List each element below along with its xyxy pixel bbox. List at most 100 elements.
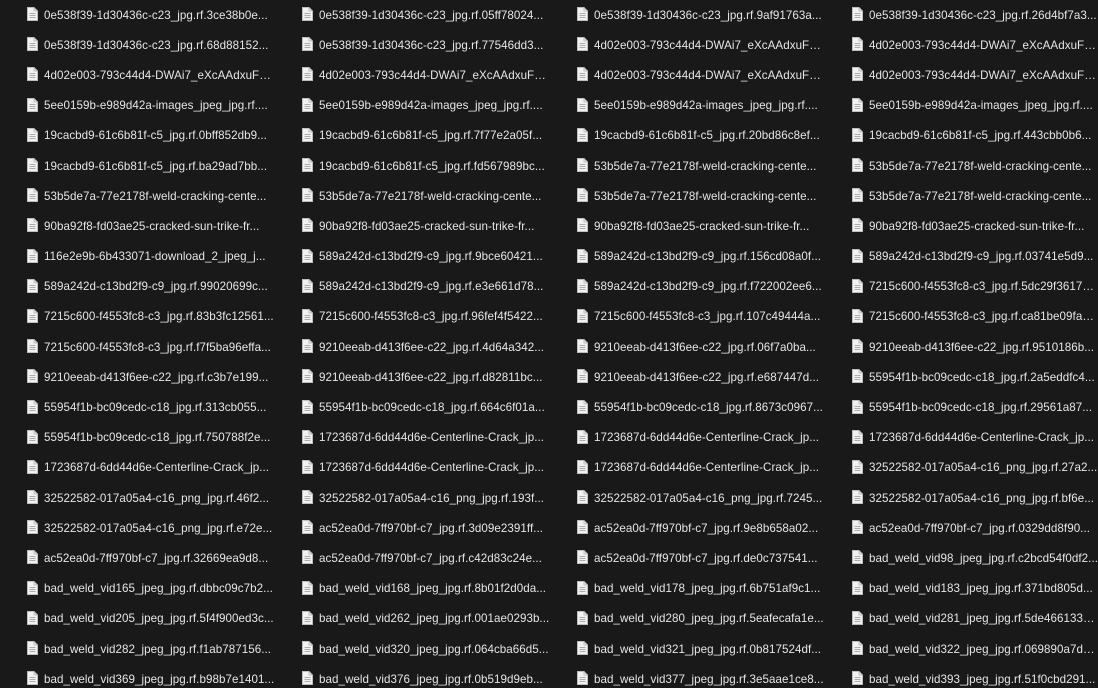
file-item[interactable]: 4d02e003-793c44d4-DWAi7_eXcAAdxuF_j... bbox=[275, 60, 550, 90]
file-item[interactable]: bad_weld_vid320_jpeg_jpg.rf.064cba66d5..… bbox=[275, 634, 550, 664]
file-item[interactable]: 7215c600-f4553fc8-c3_jpg.rf.83b3fc12561.… bbox=[0, 302, 275, 332]
file-item[interactable]: 116e2e9b-6b433071-download_2_jpeg_j... bbox=[0, 242, 275, 272]
file-item[interactable]: 32522582-017a05a4-c16_png_jpg.rf.7245... bbox=[550, 483, 825, 513]
file-item[interactable]: bad_weld_vid205_jpeg_jpg.rf.5f4f900ed3c.… bbox=[0, 604, 275, 634]
file-item[interactable]: 32522582-017a05a4-c16_png_jpg.rf.e72e... bbox=[0, 513, 275, 543]
file-item[interactable]: bad_weld_vid376_jpeg_jpg.rf.0b519d9eb... bbox=[275, 664, 550, 688]
file-item[interactable]: 5ee0159b-e989d42a-images_jpeg_jpg.rf.... bbox=[550, 91, 825, 121]
file-item[interactable]: 589a242d-c13bd2f9-c9_jpg.rf.f722002ee6..… bbox=[550, 272, 825, 302]
file-item[interactable]: ac52ea0d-7ff970bf-c7_jpg.rf.32669ea9d8..… bbox=[0, 543, 275, 573]
file-item[interactable]: 55954f1b-bc09cedc-c18_jpg.rf.2a5eddfc4..… bbox=[825, 362, 1098, 392]
file-item[interactable]: 1723687d-6dd44d6e-Centerline-Crack_jp... bbox=[0, 453, 275, 483]
file-item[interactable]: 1723687d-6dd44d6e-Centerline-Crack_jp... bbox=[550, 453, 825, 483]
file-item[interactable]: 90ba92f8-fd03ae25-cracked-sun-trike-fr..… bbox=[550, 211, 825, 241]
file-item[interactable]: 9210eeab-d413f6ee-c22_jpg.rf.4d64a342... bbox=[275, 332, 550, 362]
file-item[interactable]: bad_weld_vid393_jpeg_jpg.rf.51f0cbd291..… bbox=[825, 664, 1098, 688]
file-item[interactable]: 1723687d-6dd44d6e-Centerline-Crack_jp... bbox=[275, 423, 550, 453]
file-item[interactable]: 589a242d-c13bd2f9-c9_jpg.rf.99020699c... bbox=[0, 272, 275, 302]
file-item[interactable]: 7215c600-f4553fc8-c3_jpg.rf.5dc29f36172.… bbox=[825, 272, 1098, 302]
file-item[interactable]: ac52ea0d-7ff970bf-c7_jpg.rf.0329dd8f90..… bbox=[825, 513, 1098, 543]
file-item[interactable]: 32522582-017a05a4-c16_png_jpg.rf.46f2... bbox=[0, 483, 275, 513]
file-name: 19cacbd9-61c6b81f-c5_jpg.rf.20bd86c8ef..… bbox=[594, 129, 820, 143]
file-item[interactable]: 5ee0159b-e989d42a-images_jpeg_jpg.rf.... bbox=[825, 91, 1098, 121]
document-file-icon bbox=[852, 399, 863, 414]
file-item[interactable]: 19cacbd9-61c6b81f-c5_jpg.rf.fd567989bc..… bbox=[275, 151, 550, 181]
file-item[interactable]: 4d02e003-793c44d4-DWAi7_eXcAAdxuF_j... bbox=[550, 30, 825, 60]
file-item[interactable]: 9210eeab-d413f6ee-c22_jpg.rf.d82811bc... bbox=[275, 362, 550, 392]
file-item[interactable]: bad_weld_vid321_jpeg_jpg.rf.0b817524df..… bbox=[550, 634, 825, 664]
file-item[interactable]: 4d02e003-793c44d4-DWAi7_eXcAAdxuF_j... bbox=[550, 60, 825, 90]
file-item[interactable]: 19cacbd9-61c6b81f-c5_jpg.rf.443cbb0b6... bbox=[825, 121, 1098, 151]
file-item[interactable]: bad_weld_vid282_jpeg_jpg.rf.f1ab787156..… bbox=[0, 634, 275, 664]
file-item[interactable]: bad_weld_vid377_jpeg_jpg.rf.3e5aae1ce8..… bbox=[550, 664, 825, 688]
file-item[interactable]: 4d02e003-793c44d4-DWAi7_eXcAAdxuF_j... bbox=[0, 60, 275, 90]
file-item[interactable]: 9210eeab-d413f6ee-c22_jpg.rf.9510186b... bbox=[825, 332, 1098, 362]
file-item[interactable]: ac52ea0d-7ff970bf-c7_jpg.rf.de0c737541..… bbox=[550, 543, 825, 573]
file-item[interactable]: 0e538f39-1d30436c-c23_jpg.rf.05ff78024..… bbox=[275, 0, 550, 30]
file-item[interactable]: 53b5de7a-77e2178f-weld-cracking-cente... bbox=[825, 181, 1098, 211]
file-item[interactable]: 53b5de7a-77e2178f-weld-cracking-cente... bbox=[550, 151, 825, 181]
file-item[interactable]: bad_weld_vid168_jpeg_jpg.rf.8b01f2d0da..… bbox=[275, 574, 550, 604]
document-file-icon bbox=[852, 97, 863, 112]
file-item[interactable]: 19cacbd9-61c6b81f-c5_jpg.rf.ba29ad7bb... bbox=[0, 151, 275, 181]
file-item[interactable]: 1723687d-6dd44d6e-Centerline-Crack_jp... bbox=[825, 423, 1098, 453]
file-item[interactable]: 55954f1b-bc09cedc-c18_jpg.rf.664c6f01a..… bbox=[275, 392, 550, 422]
file-item[interactable]: 90ba92f8-fd03ae25-cracked-sun-trike-fr..… bbox=[825, 211, 1098, 241]
file-item[interactable]: bad_weld_vid178_jpeg_jpg.rf.6b751af9c1..… bbox=[550, 574, 825, 604]
document-file-icon bbox=[302, 580, 313, 595]
file-item[interactable]: 0e538f39-1d30436c-c23_jpg.rf.9af91763a..… bbox=[550, 0, 825, 30]
file-item[interactable]: bad_weld_vid322_jpeg_jpg.rf.069890a7d7..… bbox=[825, 634, 1098, 664]
file-item[interactable]: 4d02e003-793c44d4-DWAi7_eXcAAdxuF_j... bbox=[825, 60, 1098, 90]
file-item[interactable]: 0e538f39-1d30436c-c23_jpg.rf.26d4bf7a3..… bbox=[825, 0, 1098, 30]
file-item[interactable]: 55954f1b-bc09cedc-c18_jpg.rf.750788f2e..… bbox=[0, 423, 275, 453]
file-item[interactable]: bad_weld_vid369_jpeg_jpg.rf.b98b7e1401..… bbox=[0, 664, 275, 688]
file-item[interactable]: 7215c600-f4553fc8-c3_jpg.rf.96fef4f5422.… bbox=[275, 302, 550, 332]
file-item[interactable]: ac52ea0d-7ff970bf-c7_jpg.rf.3d09e2391ff.… bbox=[275, 513, 550, 543]
file-item[interactable]: 0e538f39-1d30436c-c23_jpg.rf.3ce38b0e... bbox=[0, 0, 275, 30]
file-name: bad_weld_vid322_jpeg_jpg.rf.069890a7d7..… bbox=[869, 642, 1098, 656]
file-item[interactable]: 19cacbd9-61c6b81f-c5_jpg.rf.20bd86c8ef..… bbox=[550, 121, 825, 151]
file-item[interactable]: 55954f1b-bc09cedc-c18_jpg.rf.8673c0967..… bbox=[550, 392, 825, 422]
file-item[interactable]: 90ba92f8-fd03ae25-cracked-sun-trike-fr..… bbox=[0, 211, 275, 241]
file-name: 589a242d-c13bd2f9-c9_jpg.rf.f722002ee6..… bbox=[594, 280, 822, 294]
file-item[interactable]: 589a242d-c13bd2f9-c9_jpg.rf.e3e661d78... bbox=[275, 272, 550, 302]
file-item[interactable]: 32522582-017a05a4-c16_png_jpg.rf.27a2... bbox=[825, 453, 1098, 483]
file-item[interactable]: 9210eeab-d413f6ee-c22_jpg.rf.06f7a0ba... bbox=[550, 332, 825, 362]
file-item[interactable]: 1723687d-6dd44d6e-Centerline-Crack_jp... bbox=[550, 423, 825, 453]
document-file-icon bbox=[27, 7, 38, 22]
file-item[interactable]: ac52ea0d-7ff970bf-c7_jpg.rf.9e8b658a02..… bbox=[550, 513, 825, 543]
file-item[interactable]: 5ee0159b-e989d42a-images_jpeg_jpg.rf.... bbox=[275, 91, 550, 121]
file-item[interactable]: 9210eeab-d413f6ee-c22_jpg.rf.c3b7e199... bbox=[0, 362, 275, 392]
file-item[interactable]: 1723687d-6dd44d6e-Centerline-Crack_jp... bbox=[275, 453, 550, 483]
file-item[interactable]: 589a242d-c13bd2f9-c9_jpg.rf.9bce60421... bbox=[275, 242, 550, 272]
file-item[interactable]: 53b5de7a-77e2178f-weld-cracking-cente... bbox=[275, 181, 550, 211]
file-item[interactable]: bad_weld_vid262_jpeg_jpg.rf.001ae0293b..… bbox=[275, 604, 550, 634]
file-item[interactable]: bad_weld_vid98_jpeg_jpg.rf.c2bcd54f0df2.… bbox=[825, 543, 1098, 573]
file-item[interactable]: 7215c600-f4553fc8-c3_jpg.rf.f7f5ba96effa… bbox=[0, 332, 275, 362]
file-item[interactable]: 4d02e003-793c44d4-DWAi7_eXcAAdxuF_j... bbox=[825, 30, 1098, 60]
file-item[interactable]: 0e538f39-1d30436c-c23_jpg.rf.77546dd3... bbox=[275, 30, 550, 60]
file-item[interactable]: ac52ea0d-7ff970bf-c7_jpg.rf.c42d83c24e..… bbox=[275, 543, 550, 573]
file-item[interactable]: 53b5de7a-77e2178f-weld-cracking-cente... bbox=[550, 181, 825, 211]
file-item[interactable]: 9210eeab-d413f6ee-c22_jpg.rf.e687447d... bbox=[550, 362, 825, 392]
file-item[interactable]: 53b5de7a-77e2178f-weld-cracking-cente... bbox=[825, 151, 1098, 181]
file-item[interactable]: 55954f1b-bc09cedc-c18_jpg.rf.29561a87... bbox=[825, 392, 1098, 422]
file-item[interactable]: 589a242d-c13bd2f9-c9_jpg.rf.156cd08a0f..… bbox=[550, 242, 825, 272]
file-item[interactable]: 0e538f39-1d30436c-c23_jpg.rf.68d88152... bbox=[0, 30, 275, 60]
file-item[interactable]: 7215c600-f4553fc8-c3_jpg.rf.107c49444a..… bbox=[550, 302, 825, 332]
file-item[interactable]: 5ee0159b-e989d42a-images_jpeg_jpg.rf.... bbox=[0, 91, 275, 121]
file-item[interactable]: 32522582-017a05a4-c16_png_jpg.rf.193f... bbox=[275, 483, 550, 513]
file-item[interactable]: 53b5de7a-77e2178f-weld-cracking-cente... bbox=[0, 181, 275, 211]
file-item[interactable]: 7215c600-f4553fc8-c3_jpg.rf.ca81be09fa5.… bbox=[825, 302, 1098, 332]
file-item[interactable]: 32522582-017a05a4-c16_png_jpg.rf.bf6e... bbox=[825, 483, 1098, 513]
file-item[interactable]: 19cacbd9-61c6b81f-c5_jpg.rf.0bff852db9..… bbox=[0, 121, 275, 151]
file-item[interactable]: 55954f1b-bc09cedc-c18_jpg.rf.313cb055... bbox=[0, 392, 275, 422]
file-item[interactable]: bad_weld_vid281_jpeg_jpg.rf.5de4661335..… bbox=[825, 604, 1098, 634]
file-item[interactable]: 90ba92f8-fd03ae25-cracked-sun-trike-fr..… bbox=[275, 211, 550, 241]
file-item[interactable]: 19cacbd9-61c6b81f-c5_jpg.rf.7f77e2a05f..… bbox=[275, 121, 550, 151]
file-item[interactable]: bad_weld_vid280_jpeg_jpg.rf.5eafecafa1e.… bbox=[550, 604, 825, 634]
document-file-icon bbox=[302, 459, 313, 474]
file-item[interactable]: bad_weld_vid183_jpeg_jpg.rf.371bd805d... bbox=[825, 574, 1098, 604]
file-item[interactable]: bad_weld_vid165_jpeg_jpg.rf.dbbc09c7b2..… bbox=[0, 574, 275, 604]
file-item[interactable]: 589a242d-c13bd2f9-c9_jpg.rf.03741e5d9... bbox=[825, 242, 1098, 272]
